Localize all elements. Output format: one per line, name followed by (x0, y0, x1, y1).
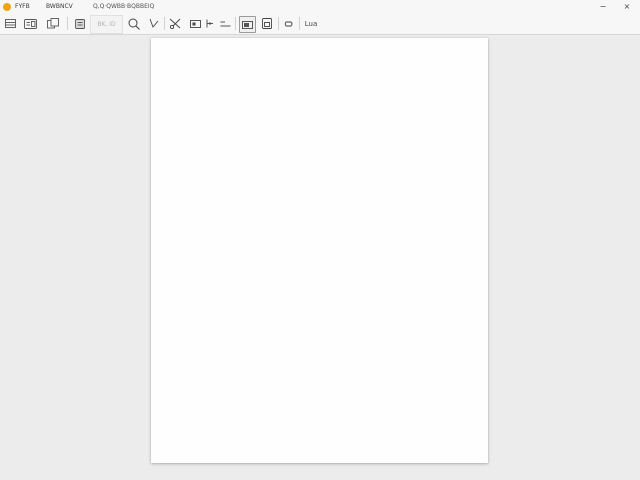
title-bar: FYFB BWBNCV Q,Q·QWBB·BQBBEIQ − × (0, 0, 640, 14)
app-name: FYFB (15, 3, 30, 10)
page-button[interactable] (260, 16, 274, 31)
app-window: FYFB BWBNCV Q,Q·QWBB·BQBBEIQ − × BK, ID … (0, 0, 640, 480)
scissors-button[interactable] (168, 16, 182, 31)
menu-icon (4, 19, 16, 28)
search-button[interactable] (126, 16, 141, 31)
save-icon (75, 18, 85, 29)
link-button[interactable] (282, 16, 296, 31)
pen-button[interactable] (147, 16, 161, 31)
toolbar-separator (164, 17, 165, 30)
text-tool-button[interactable]: Lua (302, 16, 320, 31)
caption-button[interactable] (23, 16, 38, 31)
capture-icon (242, 20, 253, 29)
document-canvas[interactable] (0, 35, 640, 480)
toolbar: BK, ID Lua (0, 14, 640, 35)
disabled-tool-group: BK, ID (90, 15, 123, 34)
frame-button[interactable] (188, 16, 202, 31)
document-title: Q,Q·QWBB·BQBBEIQ (93, 3, 155, 10)
pen-icon (149, 18, 159, 28)
search-icon (128, 18, 140, 30)
save-button[interactable] (73, 16, 87, 31)
page-icon (262, 18, 272, 29)
copy-button[interactable] (45, 16, 60, 31)
close-button[interactable]: × (622, 2, 632, 12)
minimize-button[interactable]: − (598, 2, 608, 12)
align-button[interactable] (218, 16, 232, 31)
toolbar-separator (278, 17, 279, 30)
split-button[interactable] (203, 16, 216, 31)
caption-icon (24, 18, 37, 29)
document-page[interactable] (151, 38, 488, 463)
frame-icon (189, 19, 201, 28)
split-icon (206, 19, 213, 28)
copy-icon (46, 18, 59, 29)
toolbar-separator (67, 17, 68, 30)
scissors-icon (169, 18, 181, 29)
menu-button[interactable] (3, 16, 17, 31)
capture-button[interactable] (239, 16, 256, 33)
toolbar-separator (299, 17, 300, 30)
app-logo-icon (3, 3, 11, 11)
title-menu[interactable]: BWBNCV (46, 3, 73, 10)
align-icon (220, 21, 230, 26)
toolbar-separator (235, 17, 236, 30)
link-icon (284, 21, 293, 26)
